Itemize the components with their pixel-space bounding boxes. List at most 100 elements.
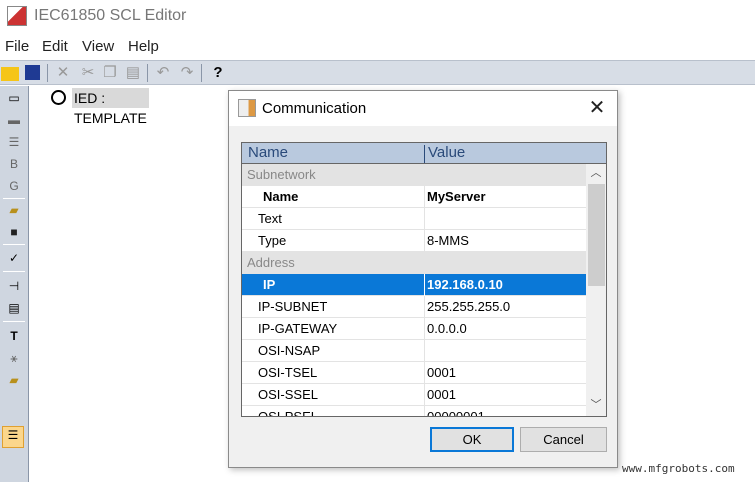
toolbar-separator xyxy=(147,64,148,82)
property-row[interactable]: OSI-PSEL 00000001 xyxy=(242,406,586,417)
layout-icon[interactable]: ☰ xyxy=(2,426,24,448)
dialog-icon xyxy=(238,99,256,117)
help-icon[interactable]: ? xyxy=(209,64,227,82)
group-row[interactable]: Subnetwork xyxy=(242,164,586,186)
property-value[interactable]: MyServer xyxy=(427,189,486,204)
property-grid: Name Value Subnetwork Name MyServer Text Typ… xyxy=(241,142,607,417)
lines-icon[interactable]: ☰ xyxy=(5,134,23,150)
cut-icon[interactable]: ✂ xyxy=(79,64,97,82)
property-value[interactable]: 192.168.0.10 xyxy=(427,277,503,292)
cell-divider xyxy=(424,384,425,406)
communication-dialog: Communication ✕ Name Value Subnetwork Nam… xyxy=(228,90,618,468)
property-name: IP-SUBNET xyxy=(258,299,328,314)
save-as-icon[interactable]: ■ xyxy=(5,224,23,240)
menu-file[interactable]: File xyxy=(5,38,29,55)
cell-divider xyxy=(424,186,425,208)
block-b-icon[interactable]: B xyxy=(5,156,23,172)
cancel-button[interactable]: Cancel xyxy=(520,427,607,452)
property-row[interactable]: IP-SUBNET 255.255.255.0 xyxy=(242,296,586,318)
window-icon[interactable]: ▭ xyxy=(5,90,23,106)
app-title: IEC61850 SCL Editor xyxy=(34,7,187,24)
property-value[interactable]: 0.0.0.0 xyxy=(427,321,467,336)
app-icon xyxy=(7,6,27,26)
toolbar-separator xyxy=(47,64,48,82)
toolbar: ✕ ✂ ❐ ▤ ↶ ↷ ? xyxy=(0,60,755,85)
menu-bar: File Edit View Help xyxy=(0,36,755,58)
property-row[interactable]: Name MyServer xyxy=(242,186,586,208)
property-row[interactable]: OSI-NSAP xyxy=(242,340,586,362)
save-icon[interactable] xyxy=(25,65,40,80)
separator xyxy=(3,244,25,245)
open-template-icon[interactable]: ▰ xyxy=(5,372,23,388)
separator xyxy=(3,321,25,322)
cell-divider xyxy=(424,318,425,340)
property-name: Name xyxy=(263,189,299,204)
tree-item-label: IED : TEMPLATE xyxy=(72,88,149,126)
menu-view[interactable]: View xyxy=(82,38,114,55)
property-value[interactable]: 255.255.255.0 xyxy=(427,299,510,314)
check-icon[interactable]: ✓ xyxy=(5,250,23,266)
cell-divider xyxy=(424,362,425,384)
scroll-thumb[interactable] xyxy=(588,184,605,286)
cell-divider xyxy=(424,406,425,416)
text-icon[interactable]: T xyxy=(5,328,23,344)
open-file-icon[interactable]: ▰ xyxy=(5,202,23,218)
close-icon[interactable]: ✕ xyxy=(585,96,609,120)
toolbar-separator xyxy=(201,64,202,82)
property-value[interactable]: 00000001 xyxy=(427,409,485,416)
list-icon[interactable]: ▤ xyxy=(5,300,23,316)
property-value[interactable]: 0001 xyxy=(427,365,456,380)
column-header-value[interactable]: Value xyxy=(428,144,465,161)
column-header-name[interactable]: Name xyxy=(248,144,288,161)
cell-divider xyxy=(424,274,425,296)
ok-button[interactable]: OK xyxy=(430,427,514,452)
dialog-title: Communication xyxy=(262,100,367,117)
property-name: Subnetwork xyxy=(247,167,316,182)
property-row[interactable]: Type 8-MMS xyxy=(242,230,586,252)
dialog-title-bar: Communication ✕ xyxy=(229,91,617,126)
antenna-icon[interactable]: ⚹ xyxy=(5,350,23,366)
grid-header: Name Value xyxy=(242,143,606,164)
redo-icon[interactable]: ↷ xyxy=(178,64,196,82)
property-row[interactable]: IP 192.168.0.10 xyxy=(242,274,586,296)
cell-divider xyxy=(424,340,425,362)
menu-edit[interactable]: Edit xyxy=(42,38,68,55)
property-name: OSI-SSEL xyxy=(258,387,318,402)
ied-icon xyxy=(51,90,66,105)
property-row[interactable]: OSI-TSEL 0001 xyxy=(242,362,586,384)
property-name: OSI-NSAP xyxy=(258,343,321,358)
property-name: IP xyxy=(263,277,276,292)
cell-divider xyxy=(424,208,425,230)
paste-icon[interactable]: ▤ xyxy=(124,64,142,82)
property-name: Type xyxy=(258,233,287,248)
open-folder-icon[interactable] xyxy=(1,67,19,81)
property-value[interactable]: 0001 xyxy=(427,387,456,402)
scroll-down-icon[interactable]: ﹀ xyxy=(586,396,606,414)
property-row[interactable]: OSI-SSEL 0001 xyxy=(242,384,586,406)
scroll-up-icon[interactable]: ︿ xyxy=(586,164,606,182)
property-row[interactable]: Text xyxy=(242,208,586,230)
menu-help[interactable]: Help xyxy=(128,38,159,55)
property-value[interactable]: 8-MMS xyxy=(427,233,469,248)
watermark: www.mfgrobots.com xyxy=(622,462,735,475)
vertical-scrollbar[interactable]: ︿ ﹀ xyxy=(586,164,606,416)
title-bar: IEC61850 SCL Editor xyxy=(0,0,755,33)
property-name: OSI-PSEL xyxy=(258,409,318,417)
undo-icon[interactable]: ↶ xyxy=(154,64,172,82)
property-name: OSI-TSEL xyxy=(258,365,318,380)
separator xyxy=(3,271,25,272)
connector-icon[interactable]: ⊣ xyxy=(5,278,23,294)
delete-icon[interactable]: ✕ xyxy=(54,64,72,82)
folder-window-icon[interactable]: ▬ xyxy=(5,112,23,128)
left-toolbar: ▭ ▬ ☰ B G ▰ ■ ✓ ⊣ ▤ T ⚹ ▰ ☰ xyxy=(0,86,29,482)
block-g-icon[interactable]: G xyxy=(5,178,23,194)
property-name: Address xyxy=(247,255,295,270)
column-divider[interactable] xyxy=(424,145,425,163)
property-row[interactable]: IP-GATEWAY 0.0.0.0 xyxy=(242,318,586,340)
property-name: IP-GATEWAY xyxy=(258,321,338,336)
copy-icon[interactable]: ❐ xyxy=(101,64,119,82)
group-row[interactable]: Address xyxy=(242,252,586,274)
property-name: Text xyxy=(258,211,282,226)
cell-divider xyxy=(424,230,425,252)
cell-divider xyxy=(424,296,425,318)
